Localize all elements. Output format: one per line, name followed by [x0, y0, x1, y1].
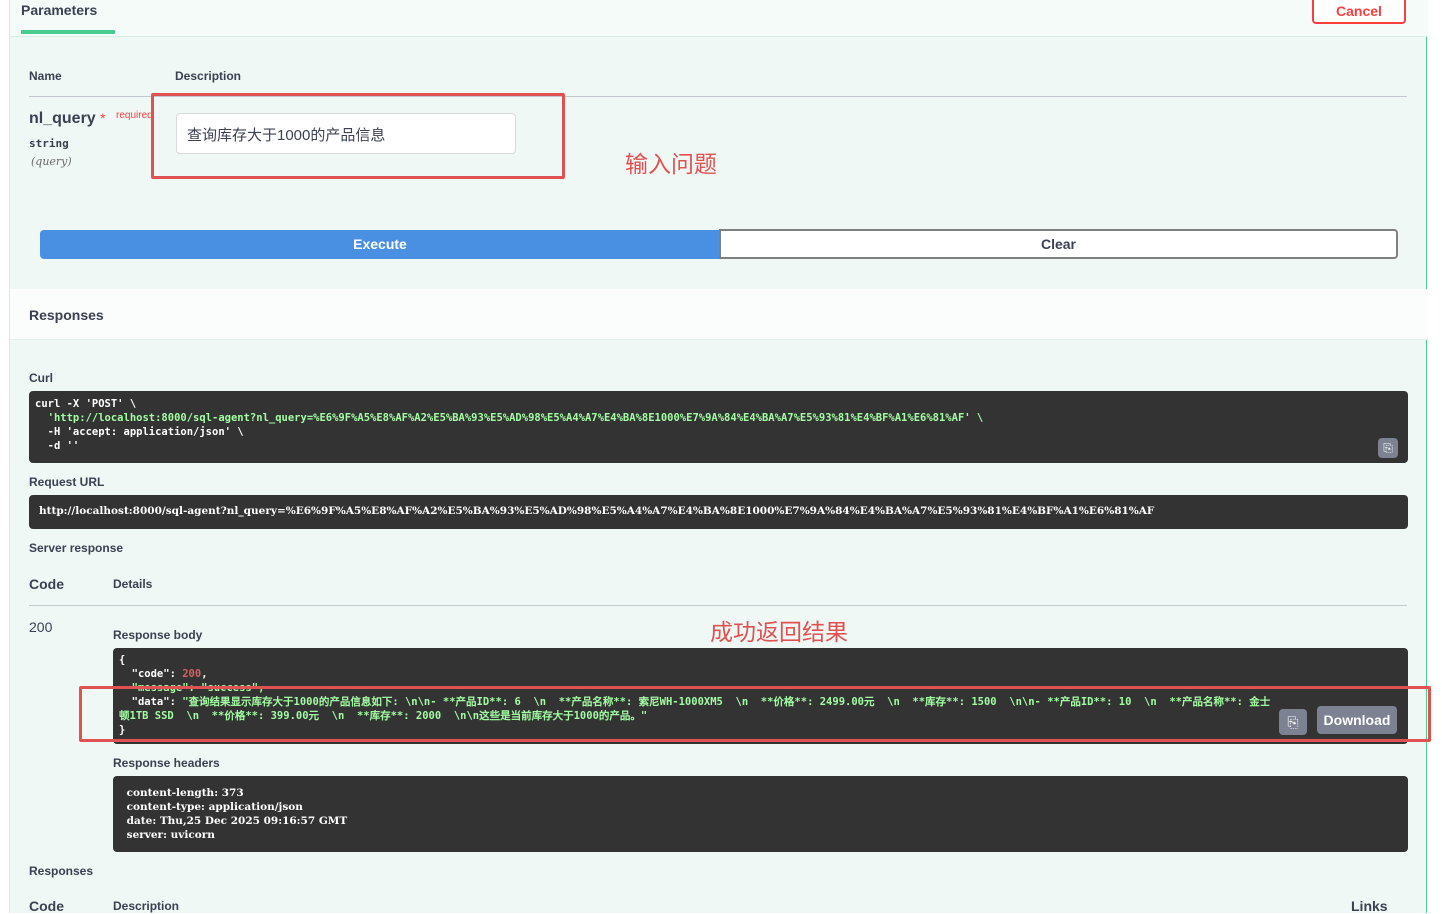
- response-headers-block: content-length: 373 content-type: applic…: [113, 776, 1408, 852]
- json-code-comma: ,: [201, 668, 208, 680]
- cancel-button[interactable]: Cancel: [1312, 0, 1406, 24]
- tab-parameters[interactable]: Parameters: [21, 0, 115, 34]
- required-star: *: [100, 110, 106, 126]
- header-line-4: server: uvicorn: [123, 829, 215, 841]
- curl-code-block: curl -X 'POST' \ 'http://localhost:8000/…: [29, 391, 1408, 463]
- curl-line-2: 'http://localhost:8000/sql-agent?nl_quer…: [35, 412, 984, 424]
- clear-button[interactable]: Clear: [719, 229, 1398, 259]
- curl-label: Curl: [29, 371, 53, 385]
- status-code: 200: [29, 619, 53, 635]
- request-url-label: Request URL: [29, 475, 105, 489]
- server-response-label: Server response: [29, 541, 124, 555]
- details-column-header: Details: [113, 577, 153, 591]
- parameter-name: nl_query: [29, 110, 96, 127]
- response-body-label: Response body: [113, 628, 203, 642]
- request-url-block: http://localhost:8000/sql-agent?nl_query…: [29, 495, 1408, 529]
- parameter-location: (query): [31, 155, 72, 168]
- column-header-description: Description: [175, 69, 242, 83]
- annotation-input-question: 输入问题: [625, 152, 717, 178]
- responses-header: Responses: [10, 289, 1428, 340]
- response-headers-label: Response headers: [113, 756, 220, 770]
- divider-response: [29, 605, 1407, 606]
- parameters-header: Parameters Cancel: [10, 0, 1428, 37]
- execute-button[interactable]: Execute: [40, 230, 720, 259]
- footer-description-header: Description: [113, 899, 180, 913]
- parameter-type: string: [29, 137, 69, 150]
- parameter-name-cell: nl_query *: [29, 110, 106, 128]
- responses-footer-title: Responses: [29, 864, 94, 878]
- tab-parameters-label: Parameters: [21, 2, 98, 18]
- curl-line-4: -d '': [35, 440, 80, 452]
- copy-icon[interactable]: ⎘: [1378, 438, 1398, 458]
- annotation-success: 成功返回结果: [710, 620, 848, 646]
- highlight-box-input: [151, 93, 565, 179]
- code-column-header: Code: [29, 576, 64, 592]
- curl-line-1: curl -X 'POST' \: [35, 398, 137, 410]
- request-url: http://localhost:8000/sql-agent?nl_query…: [39, 505, 1155, 517]
- operation-panel: Parameters Cancel Name Description nl_qu…: [9, 0, 1431, 914]
- json-code-key: "code":: [119, 668, 183, 680]
- header-line-3: date: Thu,25 Dec 2025 09:16:57 GMT: [123, 815, 348, 827]
- responses-title: Responses: [29, 307, 104, 323]
- curl-line-3: -H 'accept: application/json' \: [35, 426, 244, 438]
- footer-links-header: Links: [1351, 898, 1388, 914]
- header-line-1: content-length: 373: [123, 787, 244, 799]
- json-open: {: [119, 654, 126, 666]
- header-line-2: content-type: application/json: [123, 801, 303, 813]
- column-header-name: Name: [29, 69, 62, 83]
- required-label: required: [116, 110, 153, 121]
- footer-code-header: Code: [29, 898, 64, 914]
- json-code-value: 200: [182, 668, 202, 680]
- highlight-box-response: [79, 686, 1431, 742]
